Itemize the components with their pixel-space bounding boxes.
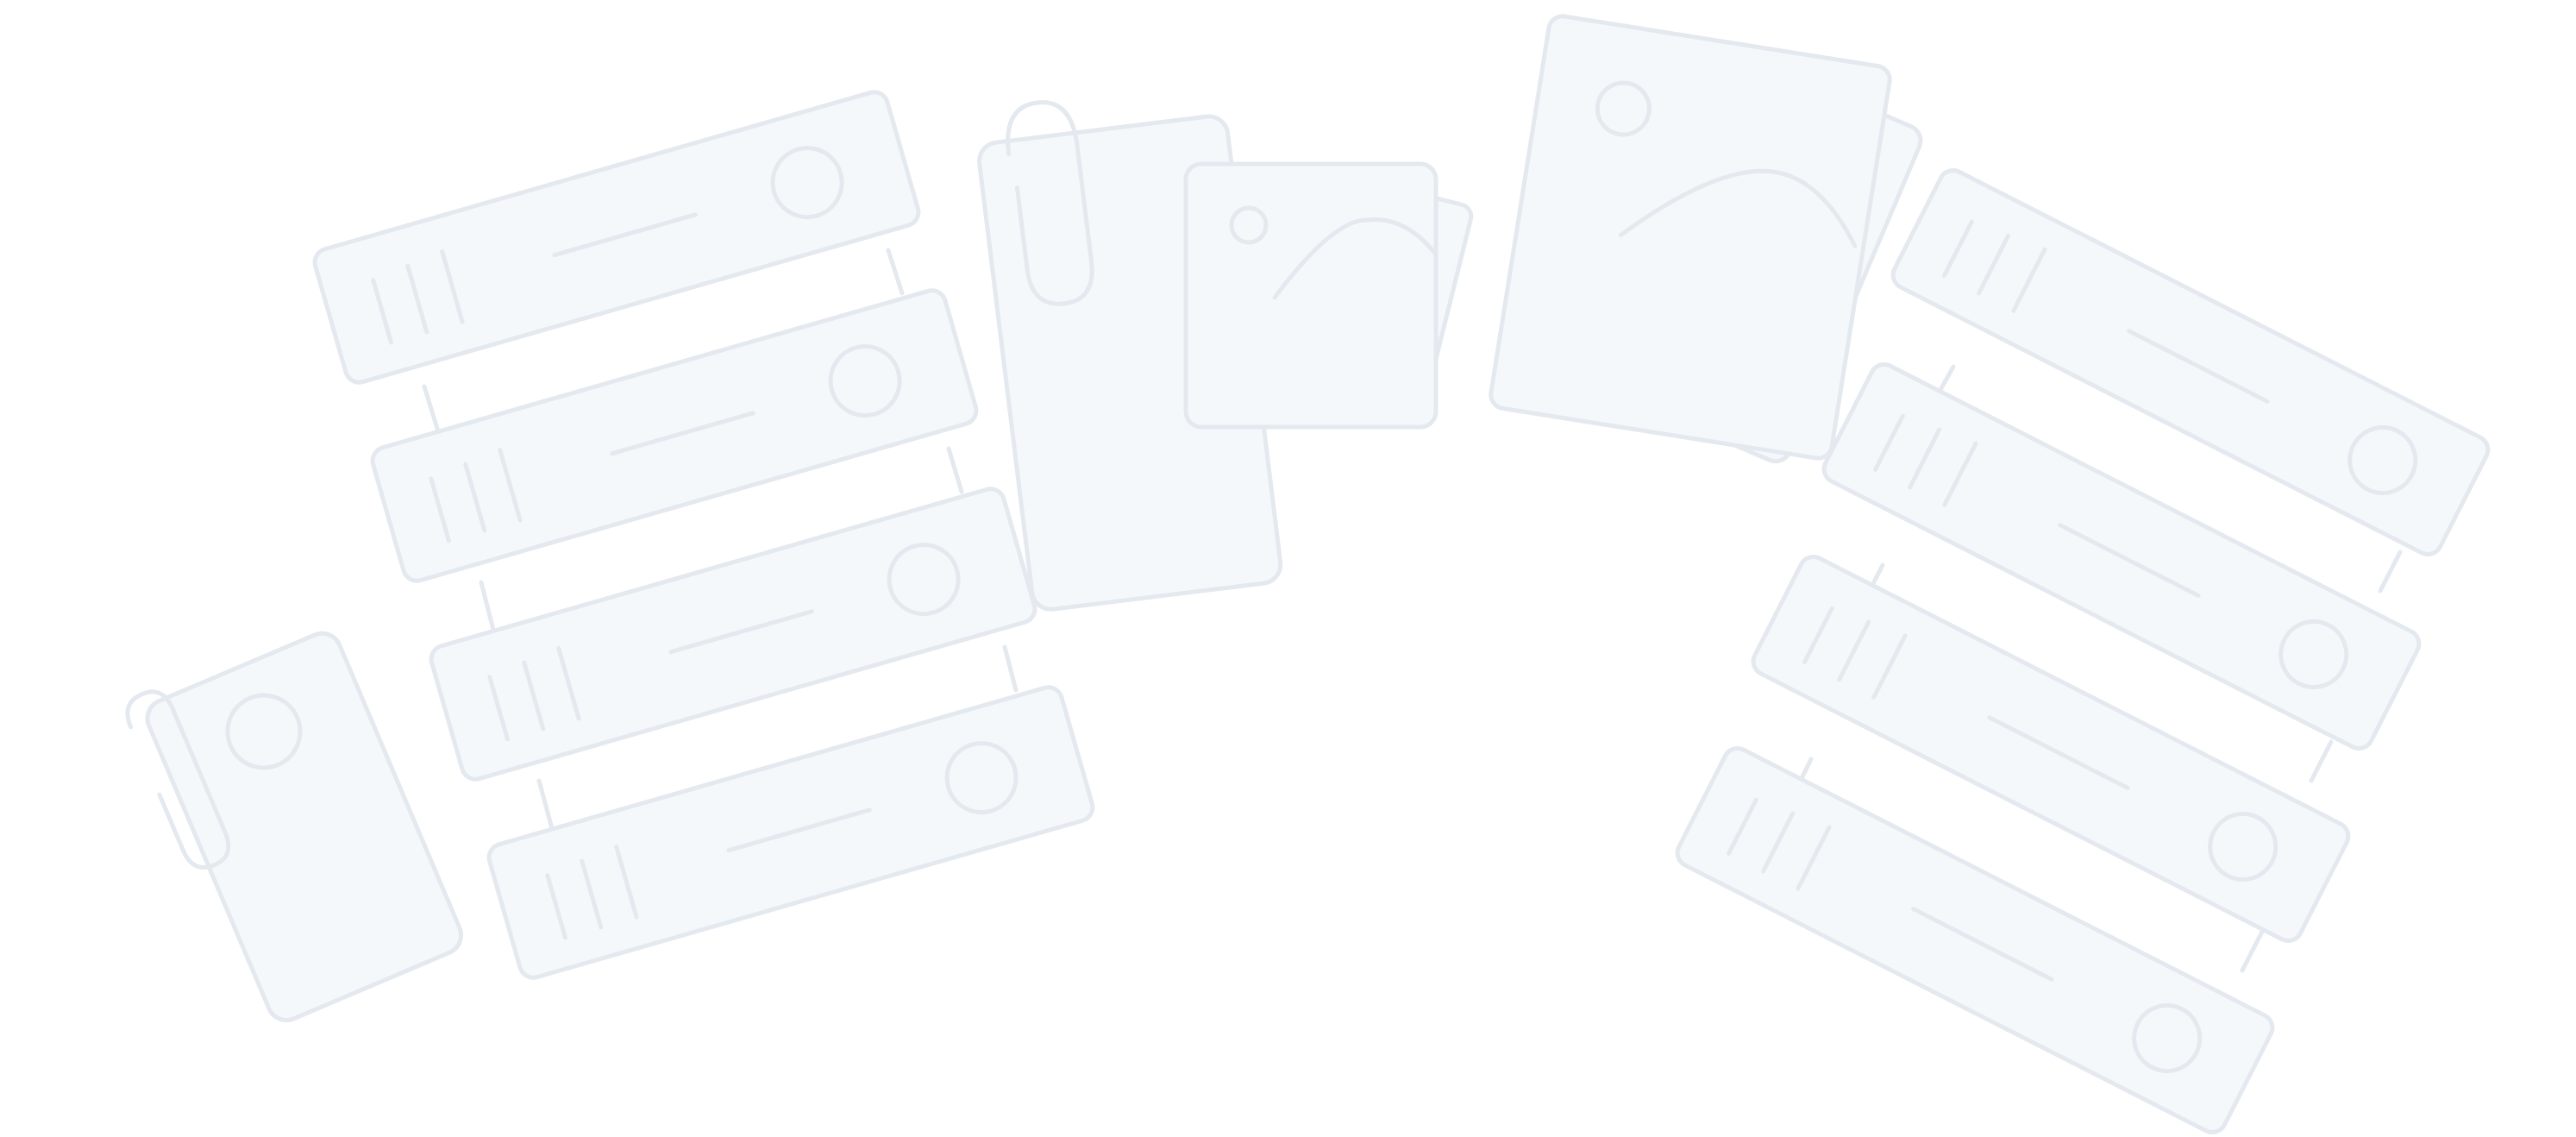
- empty-state-illustration: .f { fill: #f5f8fb; stroke: #e3e9ef; str…: [0, 0, 2576, 1137]
- center-document-group: [977, 100, 1474, 612]
- photo-card: [1489, 14, 1892, 461]
- clipped-document: [125, 631, 464, 1023]
- image-placeholder-icon: [1229, 205, 1269, 245]
- image-card: [1183, 161, 1438, 430]
- left-card-group: [125, 90, 1095, 1023]
- illustration-svg: .f { fill: #f5f8fb; stroke: #e3e9ef; str…: [125, 14, 2491, 1134]
